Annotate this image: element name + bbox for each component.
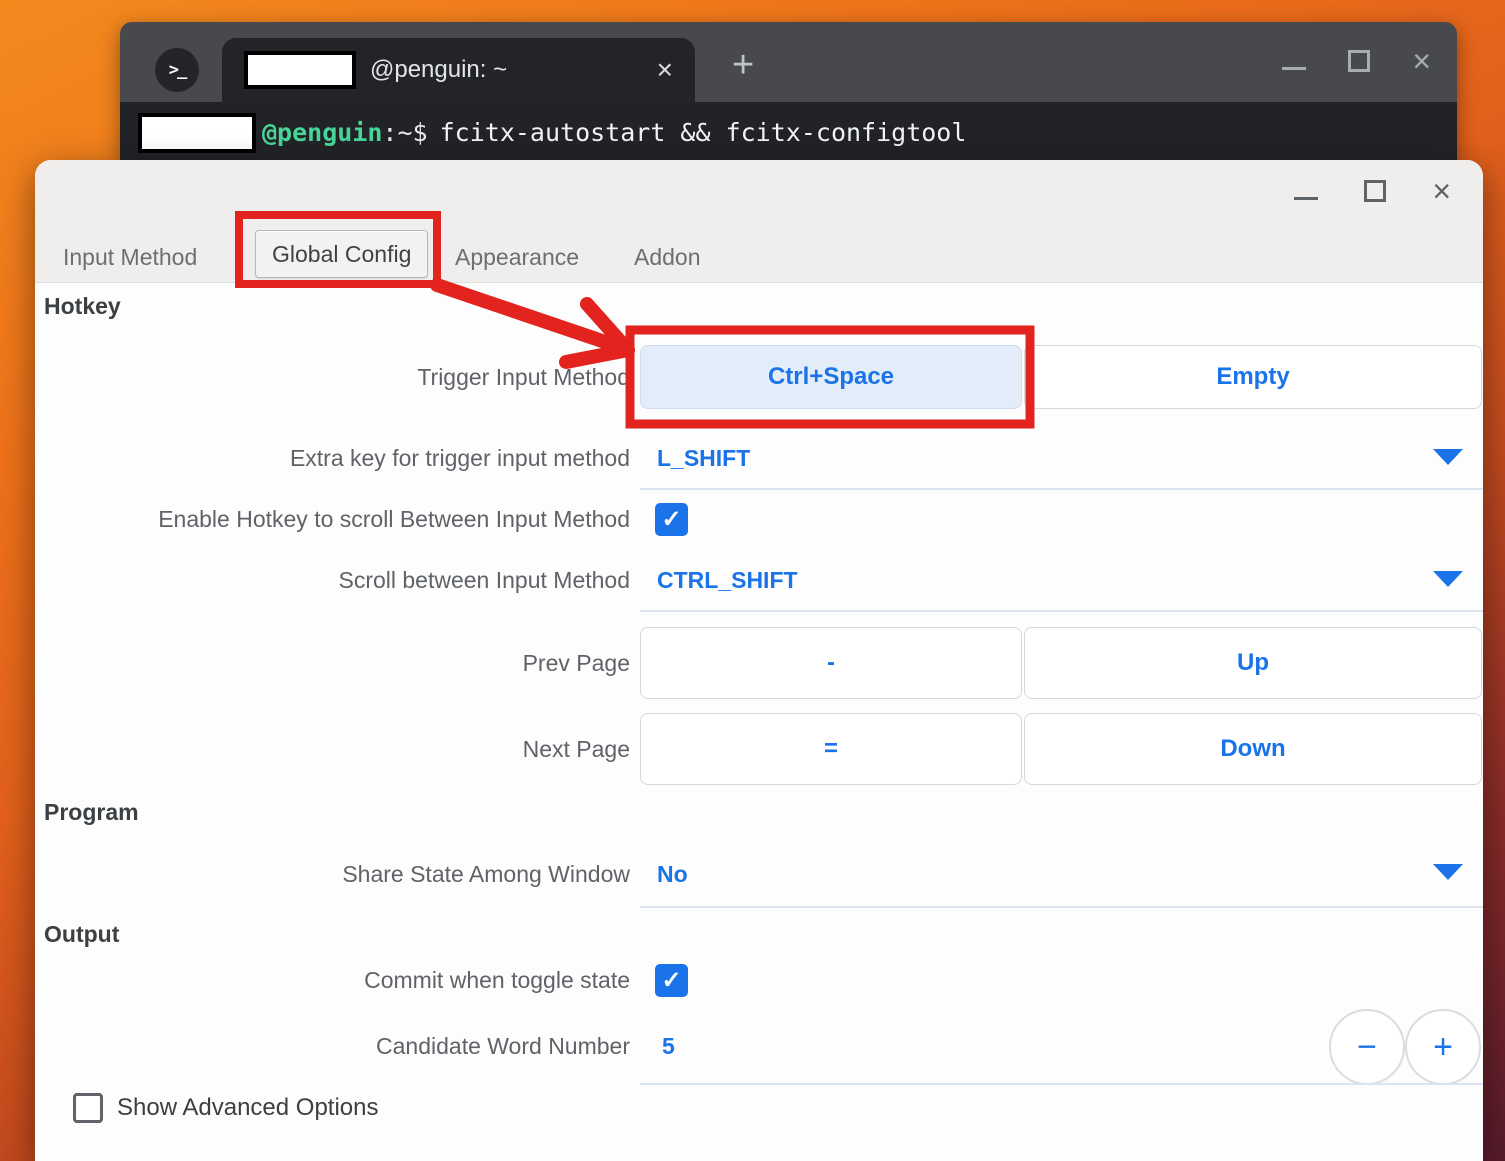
check-icon: ✓ [661,966,681,995]
scroll-between-label: Scroll between Input Method [35,548,630,612]
prompt-user-host: @penguin [262,118,382,147]
tab-close-icon[interactable]: × [657,56,673,84]
redacted-username-box [244,51,356,89]
tab-global-config[interactable]: Global Config [255,230,428,278]
extra-key-dropdown[interactable]: L_SHIFT [657,426,750,490]
increase-button[interactable]: + [1405,1009,1481,1085]
check-icon: ✓ [661,505,681,534]
redacted-prompt-box [138,113,256,153]
show-advanced-checkbox[interactable] [73,1093,103,1123]
decrease-button[interactable]: − [1329,1009,1405,1085]
show-advanced-label: Show Advanced Options [117,1091,379,1125]
new-tab-icon[interactable]: + [732,44,754,87]
field-underline [640,610,1483,612]
terminal-window: >_ @penguin: ~ × + × @penguin : ~ $ fcit… [120,22,1457,163]
prev-page-key2-button[interactable]: Up [1024,627,1482,699]
terminal-tab-title: @penguin: ~ [370,56,507,84]
enable-scroll-label: Enable Hotkey to scroll Between Input Me… [35,487,630,551]
section-output: Output [44,921,119,948]
terminal-app-icon: >_ [155,48,199,92]
chevron-down-icon[interactable] [1433,864,1463,880]
commit-toggle-label: Commit when toggle state [35,948,630,1012]
terminal-command: fcitx-autostart && fcitx-configtool [440,118,967,147]
config-header: × Input Method Global Config Appearance … [35,160,1483,283]
close-icon[interactable]: × [1412,48,1431,74]
enable-scroll-checkbox[interactable]: ✓ [655,503,688,536]
extra-key-label: Extra key for trigger input method [35,426,630,490]
tab-input-method[interactable]: Input Method [63,244,197,271]
tab-appearance[interactable]: Appearance [455,244,579,271]
minimize-icon[interactable] [1282,67,1306,70]
commit-toggle-checkbox[interactable]: ✓ [655,964,688,997]
share-state-dropdown[interactable]: No [657,842,688,906]
prev-page-key1-button[interactable]: - [640,627,1022,699]
close-icon[interactable]: × [1432,178,1451,204]
scroll-between-dropdown[interactable]: CTRL_SHIFT [657,548,798,612]
maximize-icon[interactable] [1348,50,1370,72]
next-page-key2-button[interactable]: Down [1024,713,1482,785]
prompt-separator: : [382,118,397,147]
terminal-titlebar: >_ @penguin: ~ × + × [120,22,1457,102]
prompt-path: ~ [397,118,412,147]
chevron-down-icon[interactable] [1433,571,1463,587]
tab-addon[interactable]: Addon [634,244,701,271]
candidate-number-value: 5 [662,1014,675,1078]
config-content: Hotkey Trigger Input Method Ctrl+Space E… [35,283,1483,1160]
config-window-controls: × [1294,178,1451,204]
candidate-number-label: Candidate Word Number [35,1014,630,1078]
terminal-tab[interactable]: @penguin: ~ × [222,38,695,102]
maximize-icon[interactable] [1364,180,1386,202]
chevron-down-icon[interactable] [1433,449,1463,465]
prompt-symbol: $ [413,118,428,147]
section-hotkey: Hotkey [44,293,121,320]
next-page-label: Next Page [35,717,630,781]
minimize-icon[interactable] [1294,197,1318,200]
trigger-input-method-label: Trigger Input Method [35,345,630,409]
trigger-key-button[interactable]: Ctrl+Space [640,345,1022,409]
section-program: Program [44,799,139,826]
field-underline [640,906,1483,908]
terminal-body: @penguin : ~ $ fcitx-autostart && fcitx-… [120,102,1457,163]
trigger-key-empty-button[interactable]: Empty [1024,345,1482,409]
field-underline [640,488,1483,490]
share-state-label: Share State Among Window [35,842,630,906]
fcitx-config-window: × Input Method Global Config Appearance … [35,160,1483,1161]
field-underline [640,1083,1483,1085]
prev-page-label: Prev Page [35,631,630,695]
next-page-key1-button[interactable]: = [640,713,1022,785]
terminal-window-controls: × [1282,48,1431,74]
